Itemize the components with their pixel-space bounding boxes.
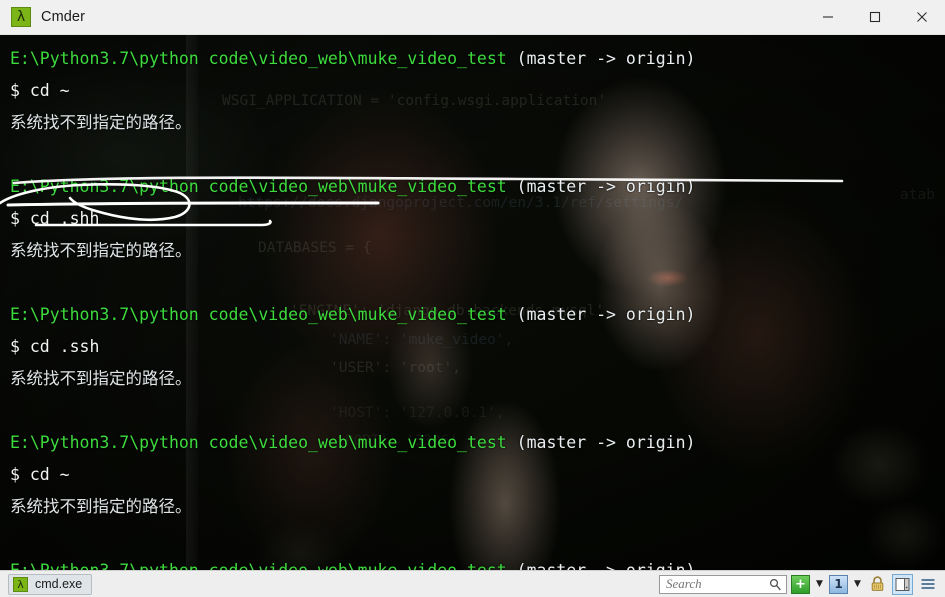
terminal-block: E:\Python3.7\python code\video_web\muke_… [10, 555, 945, 570]
prompt-path: E:\Python3.7\python code\video_web\muke_… [10, 305, 507, 324]
new-console-button[interactable]: + [791, 574, 810, 595]
git-branch-label: (master -> origin) [506, 49, 696, 68]
window-count-icon: 1 [829, 574, 848, 594]
git-branch-label: (master -> origin) [506, 433, 696, 452]
prompt-line: E:\Python3.7\python code\video_web\muke_… [10, 299, 945, 331]
terminal-console[interactable]: WSGI_APPLICATION = 'config.wsgi.applicat… [0, 35, 945, 570]
maximize-icon [869, 11, 880, 23]
prompt-path: E:\Python3.7\python code\video_web\muke_… [10, 433, 507, 452]
prompt-line: E:\Python3.7\python code\video_web\muke_… [10, 171, 945, 203]
command-text: cd ~ [29, 465, 70, 484]
git-branch-label: (master -> origin) [506, 305, 696, 324]
command-line[interactable]: $ cd .shh [10, 203, 945, 235]
title-bar: λ Cmder [0, 0, 945, 35]
command-text: cd .ssh [29, 337, 100, 356]
terminal-block: E:\Python3.7\python code\video_web\muke_… [10, 427, 945, 555]
command-text: cd .shh [29, 209, 100, 228]
cmder-window: λ Cmder WSGI_APPLICATION = 'config.wsgi.… [0, 0, 945, 597]
prompt-path: E:\Python3.7\python code\video_web\muke_… [10, 49, 507, 68]
command-line[interactable]: $ cd ~ [10, 75, 945, 107]
lock-icon [871, 576, 884, 591]
error-message: 系统找不到指定的路径。 [10, 369, 192, 388]
prompt-line: E:\Python3.7\python code\video_web\muke_… [10, 427, 945, 459]
prompt-symbol: $ [10, 209, 30, 228]
plus-icon: + [791, 574, 810, 594]
prompt-path: E:\Python3.7\python code\video_web\muke_… [10, 177, 507, 196]
prompt-symbol: $ [10, 81, 30, 100]
error-message: 系统找不到指定的路径。 [10, 241, 192, 260]
console-tab-cmd[interactable]: λ cmd.exe [8, 573, 93, 595]
prompt-path: E:\Python3.7\python code\video_web\muke_… [10, 561, 507, 570]
prompt-symbol: $ [10, 465, 30, 484]
terminal-block: E:\Python3.7\python code\video_web\muke_… [10, 171, 945, 299]
lambda-icon: λ [11, 7, 31, 27]
git-branch-label: (master -> origin) [507, 561, 696, 570]
command-text: cd ~ [29, 81, 70, 100]
menu-button[interactable] [917, 574, 938, 595]
command-line[interactable]: $ cd .ssh [10, 331, 945, 363]
minimize-button[interactable] [804, 0, 851, 35]
error-message: 系统找不到指定的路径。 [10, 497, 192, 516]
window-controls [804, 0, 945, 35]
hamburger-menu-icon [921, 579, 934, 589]
maximize-button[interactable] [851, 0, 898, 35]
search-icon [769, 578, 782, 596]
console-list-dropdown[interactable]: ▼ [852, 579, 863, 589]
console-tab-label: cmd.exe [35, 577, 83, 591]
lock-button[interactable] [867, 574, 888, 595]
new-console-dropdown[interactable]: ▼ [814, 579, 825, 589]
search-box[interactable] [659, 574, 787, 596]
status-bar-tools: + ▼ 1 ▼ [659, 573, 941, 596]
status-bar: λ cmd.exe + ▼ 1 ▼ [0, 570, 945, 597]
command-line[interactable]: $ cd ~ [10, 459, 945, 491]
prompt-line: E:\Python3.7\python code\video_web\muke_… [10, 43, 945, 75]
git-branch-label: (master -> origin) [506, 177, 696, 196]
console-count-button[interactable]: 1 [829, 574, 848, 595]
toggle-panel-icon [895, 577, 910, 591]
prompt-symbol: $ [10, 337, 30, 356]
terminal-output: E:\Python3.7\python code\video_web\muke_… [0, 35, 945, 570]
close-button[interactable] [898, 0, 945, 35]
minimize-icon [822, 16, 833, 18]
terminal-block: E:\Python3.7\python code\video_web\muke_… [10, 43, 945, 171]
lambda-icon: λ [13, 576, 28, 592]
prompt-line: E:\Python3.7\python code\video_web\muke_… [10, 555, 945, 570]
close-icon [916, 12, 927, 22]
terminal-block: E:\Python3.7\python code\video_web\muke_… [10, 299, 945, 427]
window-title: Cmder [41, 9, 86, 25]
toggle-panel-button[interactable] [892, 573, 913, 595]
search-input[interactable] [666, 576, 770, 592]
error-message: 系统找不到指定的路径。 [10, 113, 192, 132]
